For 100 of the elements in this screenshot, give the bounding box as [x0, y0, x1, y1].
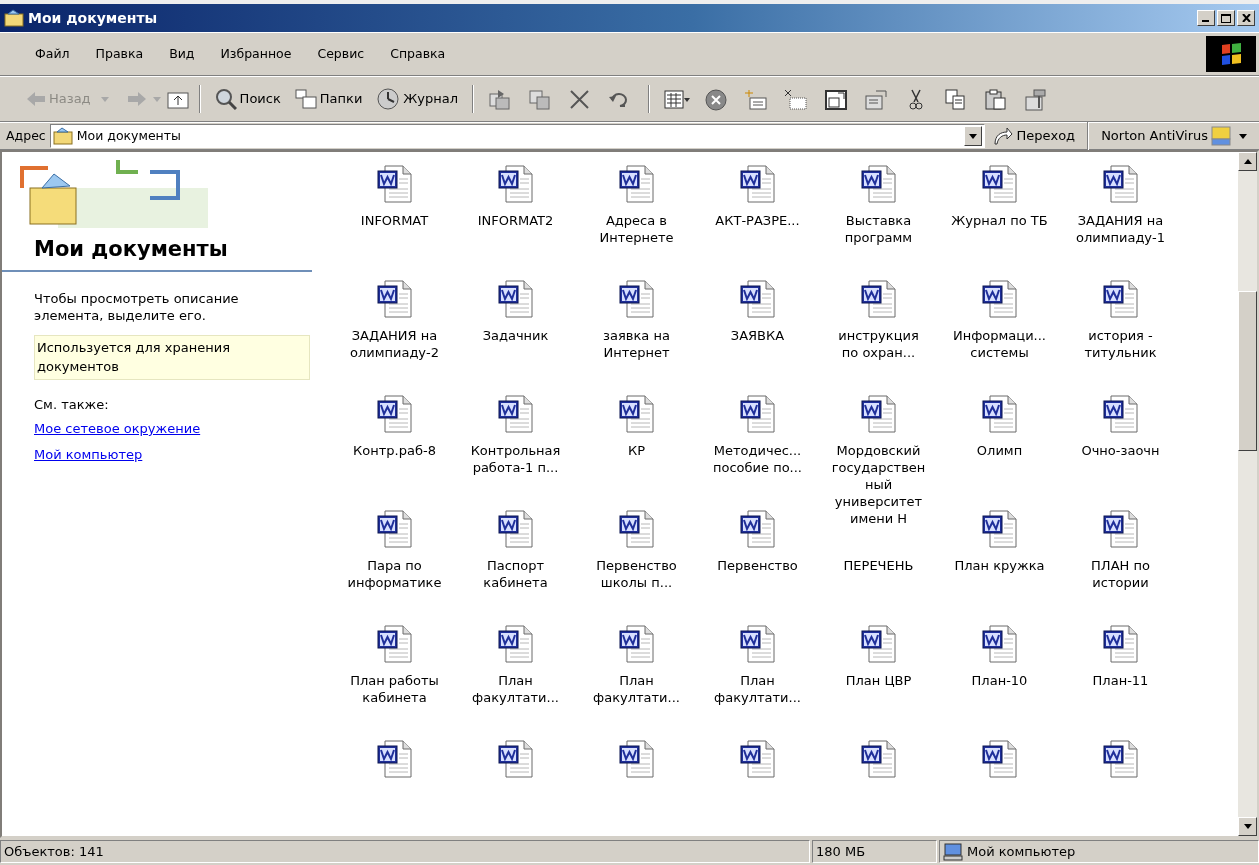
maximize-button[interactable] — [1217, 10, 1235, 26]
window-title: Мои документы — [28, 8, 158, 28]
file-name[interactable]: ПЛАН по истории — [1091, 558, 1150, 592]
file-name[interactable]: План факултати... — [714, 673, 801, 707]
document-icon[interactable] — [376, 280, 413, 318]
menu-item[interactable]: Сервис — [304, 42, 378, 66]
menu-item[interactable]: Правка — [82, 42, 157, 66]
document-icon[interactable] — [1102, 510, 1139, 548]
status-objects: Объектов: 141 — [0, 840, 810, 863]
document-icon[interactable] — [376, 395, 413, 433]
see-also-label: См. также: — [33, 395, 110, 414]
folder-icon — [4, 9, 24, 27]
menu-item[interactable]: Избранное — [207, 42, 305, 66]
file-name[interactable]: Контр.раб-8 — [353, 443, 436, 460]
document-icon[interactable] — [860, 395, 897, 433]
dropdown-caret-icon — [152, 96, 161, 102]
dropdown-caret-icon — [100, 96, 109, 102]
address-field[interactable]: Мои документы — [49, 124, 986, 148]
document-icon[interactable] — [618, 740, 655, 778]
file-name[interactable]: План ЦВР — [845, 673, 912, 690]
document-icon[interactable] — [618, 165, 655, 203]
forward-arrow-icon — [126, 91, 147, 107]
document-icon[interactable] — [981, 510, 1018, 548]
file-name[interactable]: Выставка программ — [844, 213, 913, 247]
document-icon[interactable] — [497, 510, 534, 548]
menu-item[interactable]: Файл — [22, 42, 83, 66]
scrollbar-thumb[interactable] — [1238, 291, 1257, 451]
maximize-icon — [1221, 13, 1231, 23]
status-size: 180 МБ — [812, 840, 937, 863]
back-arrow-icon — [26, 91, 46, 107]
document-icon[interactable] — [739, 510, 776, 548]
folder-icon — [52, 127, 73, 145]
file-name[interactable]: План кружка — [954, 558, 1045, 575]
go-button[interactable]: Переход — [989, 124, 1080, 148]
document-icon[interactable] — [618, 625, 655, 663]
document-icon[interactable] — [376, 510, 413, 548]
document-icon[interactable] — [376, 740, 413, 778]
document-icon[interactable] — [376, 165, 413, 203]
document-icon[interactable] — [981, 280, 1018, 318]
document-icon[interactable] — [1102, 280, 1139, 318]
document-icon[interactable] — [981, 395, 1018, 433]
document-icon[interactable] — [860, 740, 897, 778]
file-name[interactable]: Журнал по ТБ — [951, 213, 1048, 230]
views-icon[interactable] — [664, 87, 691, 111]
document-icon[interactable] — [497, 740, 534, 778]
document-icon[interactable] — [618, 510, 655, 548]
document-icon[interactable] — [1102, 740, 1139, 778]
document-icon[interactable] — [618, 280, 655, 318]
close-icon — [1241, 14, 1251, 22]
file-name[interactable]: Адреса в Интернете — [599, 213, 674, 247]
document-icon[interactable] — [739, 395, 776, 433]
document-icon[interactable] — [497, 280, 534, 318]
document-icon[interactable] — [739, 740, 776, 778]
document-icon[interactable] — [497, 165, 534, 203]
document-icon[interactable] — [860, 165, 897, 203]
file-name[interactable]: ЗАДАНИЯ на олимпиаду-1 — [1075, 213, 1166, 247]
document-icon[interactable] — [618, 395, 655, 433]
file-name[interactable]: План факултати... — [472, 673, 559, 707]
scroll-down-button[interactable] — [1238, 817, 1257, 836]
document-icon[interactable] — [497, 625, 534, 663]
address-label: Адрес — [6, 126, 46, 145]
document-icon[interactable] — [1102, 625, 1139, 663]
scroll-up-button[interactable] — [1238, 152, 1257, 171]
file-name[interactable]: Контрольная работа-1 п... — [470, 443, 561, 477]
pane-link[interactable]: Мое сетевое окружение — [34, 421, 201, 437]
document-icon[interactable] — [497, 395, 534, 433]
minimize-button[interactable] — [1197, 10, 1215, 26]
menu-item[interactable]: Справка — [377, 42, 459, 66]
document-icon[interactable] — [860, 625, 897, 663]
document-icon[interactable] — [860, 280, 897, 318]
close-button[interactable] — [1237, 10, 1255, 26]
document-icon[interactable] — [1102, 395, 1139, 433]
document-icon[interactable] — [981, 165, 1018, 203]
document-icon[interactable] — [739, 280, 776, 318]
document-icon[interactable] — [981, 625, 1018, 663]
hint-text: Чтобы просмотреть описание элемента, выделите его. — [33, 289, 240, 325]
document-icon[interactable] — [739, 625, 776, 663]
toolbar-button[interactable]: Поиск — [210, 86, 285, 112]
toolbar-button[interactable]: Папки — [290, 87, 367, 111]
go-arrow-icon — [993, 127, 1014, 145]
toolbar-addon-button[interactable]: Norton AntiVirus — [1097, 124, 1235, 148]
pane-title: Мои документы — [2, 234, 312, 272]
file-name[interactable]: Пара по информатике — [347, 558, 442, 592]
menu-item[interactable]: Вид — [156, 42, 208, 66]
pane-link[interactable]: Мой компьютер — [34, 446, 143, 462]
file-name[interactable]: Первенство — [717, 558, 798, 575]
dropdown-caret-icon[interactable] — [1239, 133, 1247, 139]
file-name[interactable]: План факултати... — [593, 673, 680, 707]
search-icon — [214, 88, 237, 110]
up-folder-icon — [166, 89, 189, 109]
document-icon[interactable] — [1102, 165, 1139, 203]
file-name[interactable]: Задачник — [482, 328, 549, 345]
document-icon[interactable] — [739, 165, 776, 203]
clock-icon — [376, 88, 401, 110]
file-name[interactable]: ЗАДАНИЯ на олимпиаду-2 — [349, 328, 440, 362]
toolbar-button[interactable]: Журнал — [372, 86, 463, 112]
document-icon[interactable] — [981, 740, 1018, 778]
document-icon[interactable] — [376, 625, 413, 663]
dropdown-button[interactable] — [964, 126, 983, 146]
info-note: Используется для хранения документов — [34, 334, 310, 380]
